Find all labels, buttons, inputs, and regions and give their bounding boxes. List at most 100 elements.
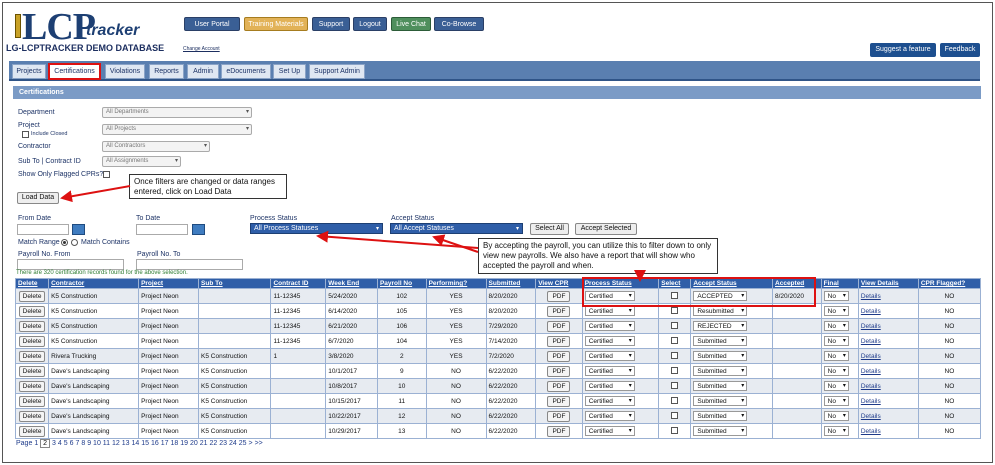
final-dropdown[interactable]: No [823, 396, 849, 406]
accept-status-dropdown[interactable]: Submitted [693, 351, 748, 361]
delete-button[interactable]: Delete [18, 425, 46, 437]
pager-link[interactable]: 19 [180, 440, 188, 447]
view-pdf-button[interactable]: PDF [547, 305, 571, 317]
select-all-button[interactable]: Select All [530, 223, 569, 235]
accept-selected-button[interactable]: Accept Selected [575, 223, 637, 235]
col-project[interactable]: Project [138, 278, 200, 289]
delete-button[interactable]: Delete [18, 395, 46, 407]
live-chat-button[interactable]: Live Chat [391, 17, 431, 31]
load-data-button[interactable]: Load Data [17, 192, 59, 204]
accept-status-select[interactable]: All Accept Statuses [390, 223, 523, 234]
accept-status-dropdown[interactable]: Submitted [693, 381, 748, 391]
to-date-input[interactable] [136, 224, 188, 235]
final-dropdown[interactable]: No [823, 291, 849, 301]
select-checkbox[interactable] [671, 321, 679, 329]
col-payroll-no[interactable]: Payroll No [376, 278, 427, 289]
delete-button[interactable]: Delete [18, 335, 46, 347]
pager-link[interactable]: 24 [229, 440, 237, 447]
view-pdf-button[interactable]: PDF [547, 320, 571, 332]
include-closed-checkbox[interactable] [22, 131, 29, 138]
from-date-input[interactable] [17, 224, 69, 235]
select-checkbox[interactable] [671, 396, 679, 404]
accept-status-dropdown[interactable]: Submitted [693, 336, 748, 346]
details-link[interactable]: Details [861, 353, 881, 360]
process-status-dropdown[interactable]: Certified [584, 306, 635, 316]
view-pdf-button[interactable]: PDF [547, 410, 571, 422]
details-link[interactable]: Details [861, 338, 881, 345]
feedback-button[interactable]: Feedback [940, 43, 980, 57]
process-status-dropdown[interactable]: Certified [584, 351, 635, 361]
select-checkbox[interactable] [671, 306, 679, 314]
pager-link[interactable]: 14 [132, 440, 140, 447]
select-checkbox[interactable] [671, 426, 679, 434]
details-link[interactable]: Details [861, 428, 881, 435]
match-range-radio[interactable] [61, 239, 68, 246]
details-link[interactable]: Details [861, 323, 881, 330]
process-status-dropdown[interactable]: Certified [584, 321, 635, 331]
process-status-dropdown[interactable]: Certified [584, 336, 635, 346]
tab-certifications[interactable]: Certifications [48, 63, 101, 80]
col-submitted[interactable]: Submitted [485, 278, 537, 289]
pager-link[interactable]: 3 [52, 440, 56, 447]
tab-admin[interactable]: Admin [187, 64, 219, 79]
project-select[interactable]: All Projects [102, 124, 252, 135]
details-link[interactable]: Details [861, 398, 881, 405]
suggest-feature-button[interactable]: Suggest a feature [870, 43, 936, 57]
contractor-select[interactable]: All Contractors [102, 141, 210, 152]
accept-status-dropdown[interactable]: Resubmitted [693, 306, 748, 316]
pager-link[interactable]: 13 [122, 440, 130, 447]
select-checkbox[interactable] [671, 366, 679, 374]
tab-projects[interactable]: Projects [12, 64, 46, 79]
flagged-checkbox[interactable] [103, 171, 110, 178]
pager-next[interactable]: > [249, 440, 253, 447]
pager-link[interactable]: 17 [161, 440, 169, 447]
calendar-icon[interactable] [72, 224, 85, 235]
accept-status-dropdown[interactable]: Submitted [693, 366, 748, 376]
pager-link[interactable]: 11 [103, 440, 110, 447]
final-dropdown[interactable]: No [823, 336, 849, 346]
final-dropdown[interactable]: No [823, 366, 849, 376]
tab-edocuments[interactable]: eDocuments [221, 64, 271, 79]
match-contains-radio[interactable] [71, 239, 78, 246]
user-portal-button[interactable]: User Portal [184, 17, 240, 31]
view-pdf-button[interactable]: PDF [547, 425, 571, 437]
final-dropdown[interactable]: No [823, 351, 849, 361]
tab-setup[interactable]: Set Up [273, 64, 306, 79]
support-button[interactable]: Support [312, 17, 350, 31]
pager-link[interactable]: 10 [93, 440, 101, 447]
accept-status-dropdown[interactable]: Submitted [693, 411, 748, 421]
pager-link[interactable]: 25 [239, 440, 247, 447]
final-dropdown[interactable]: No [823, 306, 849, 316]
details-link[interactable]: Details [861, 383, 881, 390]
select-checkbox[interactable] [671, 336, 679, 344]
col-subto[interactable]: Sub To [198, 278, 272, 289]
view-pdf-button[interactable]: PDF [547, 350, 571, 362]
pager-link[interactable]: 15 [141, 440, 149, 447]
final-dropdown[interactable]: No [823, 321, 849, 331]
pager-last[interactable]: >> [255, 440, 263, 447]
pager-link[interactable]: 12 [112, 440, 120, 447]
delete-button[interactable]: Delete [18, 380, 46, 392]
tab-reports[interactable]: Reports [149, 64, 184, 79]
tab-support-admin[interactable]: Support Admin [309, 64, 365, 79]
pager-link[interactable]: 20 [190, 440, 198, 447]
process-status-dropdown[interactable]: Certified [584, 381, 635, 391]
process-status-dropdown[interactable]: Certified [584, 366, 635, 376]
pager-link[interactable]: 23 [219, 440, 227, 447]
pager-link[interactable]: 5 [64, 440, 68, 447]
col-week-end[interactable]: Week End [325, 278, 378, 289]
process-status-dropdown[interactable]: Certified [584, 396, 635, 406]
department-select[interactable]: All Departments [102, 107, 252, 118]
col-final[interactable]: Final [820, 278, 859, 289]
delete-button[interactable]: Delete [18, 410, 46, 422]
pager-link[interactable]: 7 [75, 440, 79, 447]
process-status-dropdown[interactable]: Certified [584, 426, 635, 436]
select-checkbox[interactable] [671, 381, 679, 389]
pager-link[interactable]: 9 [87, 440, 91, 447]
view-pdf-button[interactable]: PDF [547, 380, 571, 392]
process-status-select[interactable]: All Process Statuses [250, 223, 383, 234]
select-checkbox[interactable] [671, 411, 679, 419]
accept-status-dropdown[interactable]: Submitted [693, 396, 748, 406]
pager-link[interactable]: 1 [34, 440, 38, 447]
delete-button[interactable]: Delete [18, 305, 46, 317]
